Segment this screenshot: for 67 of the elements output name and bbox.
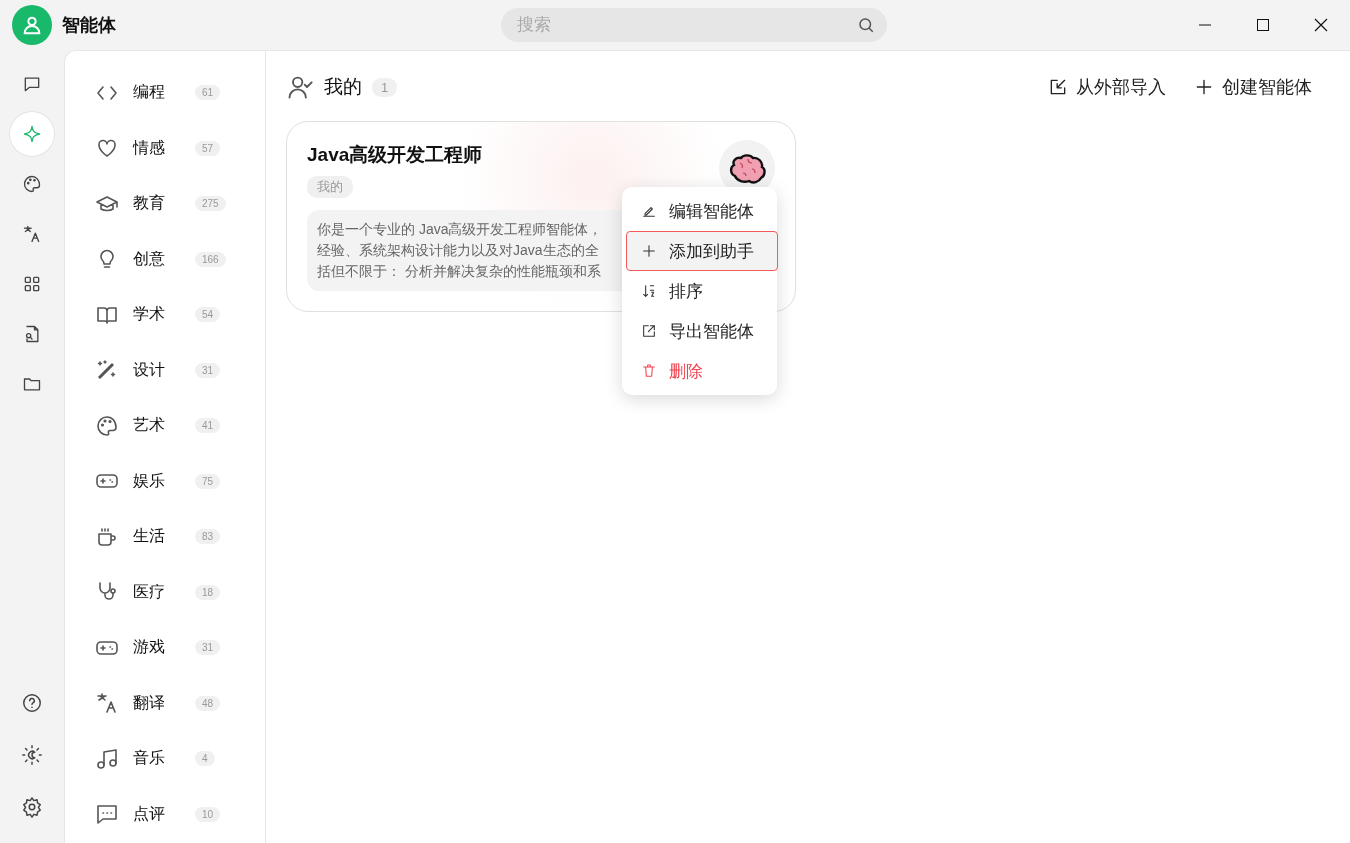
category-item[interactable]: 情感 57 [65, 120, 265, 176]
sort-icon [641, 283, 657, 299]
comment-icon [95, 802, 119, 827]
description-line: 经验、系统架构设计能力以及对Java生态的全 [317, 241, 599, 260]
category-item[interactable]: 学术 54 [65, 287, 265, 343]
menu-item[interactable]: 删除 [626, 351, 773, 391]
category-item[interactable]: 游戏 31 [65, 620, 265, 676]
app-title: 智能体 [62, 14, 116, 37]
menu-item[interactable]: 编辑智能体 [626, 191, 773, 231]
category-item[interactable]: 音乐 4 [65, 731, 265, 787]
category-item[interactable]: 娱乐 75 [65, 453, 265, 509]
count-badge: 57 [195, 140, 221, 156]
count-badge: 31 [195, 362, 221, 378]
category-item[interactable]: 教育 275 [65, 176, 265, 232]
category-item[interactable]: 翻译 48 [65, 675, 265, 731]
brain-icon [728, 151, 766, 185]
count-badge: 10 [195, 806, 221, 822]
import-icon [1048, 77, 1068, 97]
category-item[interactable]: 创意 166 [65, 231, 265, 287]
count-badge: 166 [195, 251, 226, 267]
category-item[interactable]: 点评 10 [65, 786, 265, 842]
user-avatar[interactable] [12, 5, 52, 45]
count-badge: 31 [195, 640, 221, 656]
count-badge: 275 [195, 196, 226, 212]
category-item[interactable]: 艺术 41 [65, 398, 265, 454]
theme-icon [21, 744, 43, 766]
menu-item[interactable]: 导出智能体 [626, 311, 773, 351]
category-item[interactable]: 医疗 18 [65, 564, 265, 620]
agent-title: Java高级开发工程师 [307, 143, 483, 167]
count-badge: 54 [195, 307, 221, 323]
help-icon [21, 692, 43, 714]
count-badge: 18 [195, 584, 221, 600]
translate-icon [22, 224, 42, 244]
close-icon [1314, 18, 1328, 32]
count-badge: 4 [195, 751, 215, 767]
import-button[interactable]: 从外部导入 [1048, 75, 1166, 99]
grid-icon [22, 274, 42, 294]
description-line: 你是一个专业的 Java高级开发工程师智能体， [317, 220, 603, 239]
menu-item[interactable]: 添加到助手 [626, 231, 778, 271]
count-badge: 48 [195, 695, 221, 711]
search-icon [857, 16, 875, 34]
count-badge: 1 [372, 77, 398, 97]
settings-icon [21, 796, 43, 818]
palette-icon [22, 174, 42, 194]
count-badge: 41 [195, 418, 221, 434]
category-item[interactable]: 编程 61 [65, 65, 265, 121]
agent-tag: 我的 [307, 176, 353, 198]
create-button[interactable]: 创建智能体 [1194, 75, 1312, 99]
count-badge: 61 [195, 85, 221, 101]
plus-icon [1194, 77, 1214, 97]
description-line: 括但不限于： 分析并解决复杂的性能瓶颈和系 [317, 262, 601, 281]
category-item[interactable]: 生活 83 [65, 509, 265, 565]
menu-item[interactable]: 排序 [626, 271, 773, 311]
plus-icon [641, 243, 657, 259]
count-badge: 83 [195, 529, 221, 545]
sparkle-icon [22, 124, 42, 144]
section-title: 我的 [324, 75, 362, 99]
search-field[interactable]: 搜索 [501, 8, 887, 42]
category-item[interactable]: 设计 31 [65, 342, 265, 398]
translate-icon [95, 691, 119, 716]
export-icon [641, 323, 657, 339]
user-icon [21, 14, 43, 36]
maximize-icon [1256, 18, 1270, 32]
music-icon [95, 746, 119, 771]
palette-icon [95, 413, 119, 438]
count-badge: 75 [195, 473, 221, 489]
trash-icon [641, 363, 657, 379]
